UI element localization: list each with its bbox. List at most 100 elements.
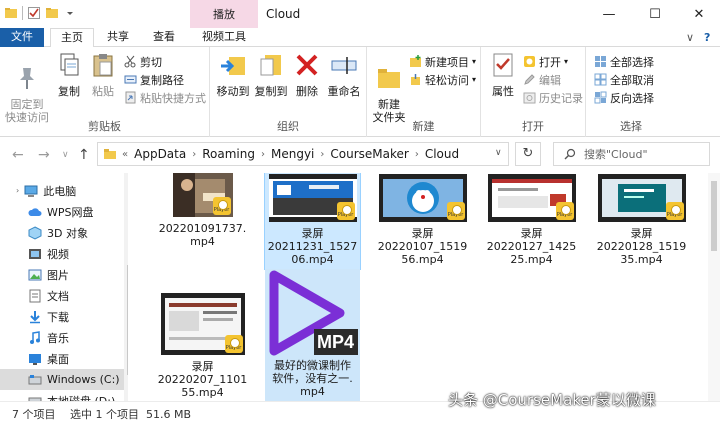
group-clipboard: 固定到 快速访问 复制 粘贴 剪切 复制路径 粘贴快捷方式 剪贴板 bbox=[0, 47, 210, 137]
new-item-button[interactable]: 新建项目 ▾ bbox=[409, 53, 476, 70]
new-folder-icon[interactable] bbox=[45, 6, 59, 20]
move-to-button[interactable]: 移动到 bbox=[214, 51, 252, 98]
group-select: 全部选择 全部取消 反向选择 选择 bbox=[586, 47, 676, 137]
player-badge-icon: Player bbox=[555, 202, 574, 220]
copy-to-button[interactable]: 复制到 bbox=[252, 51, 290, 98]
player-badge-icon: Player bbox=[224, 335, 243, 353]
breadcrumb-roaming[interactable]: Roaming bbox=[202, 147, 255, 161]
copy-to-icon bbox=[260, 55, 281, 76]
tab-view[interactable]: 查看 bbox=[144, 28, 184, 47]
history-label: 历史记录 bbox=[539, 91, 583, 105]
breadcrumb-cloud[interactable]: Cloud bbox=[425, 147, 459, 161]
breadcrumb-overflow[interactable]: « bbox=[122, 149, 128, 160]
forward-arrow-icon[interactable]: → bbox=[38, 147, 50, 163]
folder-icon[interactable] bbox=[4, 6, 18, 20]
properties-button[interactable]: 属性 bbox=[485, 51, 521, 98]
minimize-button[interactable]: — bbox=[586, 0, 632, 28]
file-item[interactable]: Player 录屏 20220207_1101 55.mp4 bbox=[155, 293, 250, 399]
address-dropdown-icon[interactable]: ∨ bbox=[495, 148, 502, 158]
context-tab-play[interactable]: 播放 bbox=[190, 0, 258, 28]
rename-button[interactable]: 重命名 bbox=[324, 51, 364, 98]
nav-item-wps-cloud[interactable]: WPS网盘 bbox=[0, 201, 124, 222]
breadcrumb-coursemaker[interactable]: CourseMaker bbox=[330, 147, 408, 161]
content-scrollbar-thumb[interactable] bbox=[711, 181, 717, 251]
help-button[interactable]: ? bbox=[704, 31, 710, 44]
nav-item-3d-objects[interactable]: 3D 对象 bbox=[0, 222, 124, 243]
new-item-label: 新建项目 bbox=[425, 55, 469, 69]
nav-item-music[interactable]: 音乐 bbox=[0, 327, 124, 348]
file-item[interactable]: Player 录屏 20220107_1519 56.mp4 bbox=[375, 173, 470, 269]
easy-access-dropdown-icon: ▾ bbox=[472, 75, 477, 84]
easy-access-label: 轻松访问 bbox=[425, 73, 469, 87]
nav-label: 视频 bbox=[47, 247, 69, 261]
title-bar: 播放 Cloud — ☐ ✕ bbox=[0, 0, 720, 28]
pin-quick-access-button[interactable]: 固定到 快速访问 bbox=[4, 51, 50, 124]
cut-button[interactable]: 剪切 bbox=[124, 53, 162, 70]
select-all-button[interactable]: 全部选择 bbox=[594, 53, 654, 70]
file-item[interactable]: Player 录屏 20220128_1519 35.mp4 bbox=[594, 173, 689, 269]
edit-button[interactable]: 编辑 bbox=[523, 71, 561, 88]
group-label-open: 打开 bbox=[522, 120, 544, 133]
history-button[interactable]: 历史记录 bbox=[523, 89, 583, 106]
player-badge-icon: Player bbox=[665, 202, 684, 220]
file-item[interactable]: Player 202201091737. mp4 bbox=[155, 173, 250, 265]
nav-label: 图片 bbox=[47, 268, 69, 282]
group-label-clipboard: 剪贴板 bbox=[88, 120, 121, 133]
file-item[interactable]: MP4 最好的微课制作 软件，没有之一. mp4 bbox=[265, 269, 360, 401]
invert-selection-button[interactable]: 反向选择 bbox=[594, 89, 654, 106]
maximize-button[interactable]: ☐ bbox=[632, 0, 678, 28]
address-bar[interactable]: « AppData › Roaming › Mengyi › CourseMak… bbox=[97, 142, 509, 166]
breadcrumb-mengyi[interactable]: Mengyi bbox=[271, 147, 314, 161]
nav-item-videos[interactable]: 视频 bbox=[0, 243, 124, 264]
nav-item-windows-c[interactable]: Windows (C:) bbox=[0, 369, 124, 390]
open-label: 打开 bbox=[539, 55, 561, 69]
easy-access-button[interactable]: 轻松访问 ▾ bbox=[409, 71, 476, 88]
nav-item-documents[interactable]: 文档 bbox=[0, 285, 124, 306]
paste-button[interactable]: 粘贴 bbox=[88, 51, 118, 98]
recent-locations-icon[interactable]: ∨ bbox=[62, 150, 69, 160]
up-arrow-icon[interactable]: ↑ bbox=[78, 147, 90, 163]
nav-item-pictures[interactable]: 图片 bbox=[0, 264, 124, 285]
select-none-button[interactable]: 全部取消 bbox=[594, 71, 654, 88]
nav-scrollbar[interactable] bbox=[124, 173, 128, 401]
refresh-button[interactable]: ↻ bbox=[515, 142, 541, 166]
properties-check-icon[interactable] bbox=[27, 6, 41, 20]
search-box[interactable]: 搜索"Cloud" bbox=[553, 142, 710, 166]
open-dropdown-icon: ▾ bbox=[564, 57, 569, 66]
tab-file[interactable]: 文件 bbox=[0, 28, 44, 47]
nav-item-desktop[interactable]: 桌面 bbox=[0, 348, 124, 369]
nav-label: 文档 bbox=[47, 289, 69, 303]
copy-button[interactable]: 复制 bbox=[54, 51, 84, 98]
nav-label: 3D 对象 bbox=[47, 226, 88, 240]
breadcrumb-chevron-icon: › bbox=[320, 148, 325, 160]
delete-button[interactable]: 删除 bbox=[292, 51, 322, 98]
copy-path-button[interactable]: 复制路径 bbox=[124, 71, 184, 88]
file-name: 录屏 20220207_1101 55.mp4 bbox=[157, 360, 248, 399]
mp4-badge: MP4 bbox=[313, 329, 358, 355]
drive-icon bbox=[28, 397, 42, 401]
expand-ribbon-button[interactable]: ∨ bbox=[686, 31, 694, 44]
expand-chevron-icon[interactable]: › bbox=[16, 186, 19, 195]
close-button[interactable]: ✕ bbox=[676, 0, 720, 28]
tab-video-tools[interactable]: 视频工具 bbox=[190, 28, 258, 47]
file-item[interactable]: Player 录屏 20211231_1527 06.mp4 bbox=[264, 173, 361, 270]
tab-home[interactable]: 主页 bbox=[50, 28, 94, 48]
edit-icon bbox=[524, 74, 535, 85]
nav-item-downloads[interactable]: 下载 bbox=[0, 306, 124, 327]
file-name: 录屏 20211231_1527 06.mp4 bbox=[267, 227, 358, 266]
content-scrollbar[interactable] bbox=[708, 173, 720, 401]
nav-item-local-disk-d[interactable]: 本地磁盘 (D:) bbox=[0, 390, 124, 401]
paste-shortcut-button[interactable]: 粘贴快捷方式 bbox=[124, 89, 206, 106]
video-thumbnail: Player bbox=[268, 174, 357, 222]
new-folder-button[interactable]: 新建 文件夹 bbox=[371, 51, 407, 124]
qat-dropdown-icon[interactable] bbox=[63, 6, 77, 20]
nav-item-this-pc[interactable]: › 此电脑 bbox=[0, 180, 124, 201]
nav-scrollbar-thumb[interactable] bbox=[127, 265, 128, 375]
file-item[interactable]: Player 录屏 20220127_1425 25.mp4 bbox=[484, 173, 579, 269]
tab-share[interactable]: 共享 bbox=[98, 28, 138, 47]
breadcrumb-appdata[interactable]: AppData bbox=[134, 147, 186, 161]
select-none-label: 全部取消 bbox=[610, 73, 654, 87]
ribbon-tabs: 文件 主页 共享 查看 视频工具 bbox=[0, 28, 720, 48]
back-arrow-icon[interactable]: ← bbox=[12, 147, 24, 163]
open-button[interactable]: 打开 ▾ bbox=[523, 53, 568, 70]
